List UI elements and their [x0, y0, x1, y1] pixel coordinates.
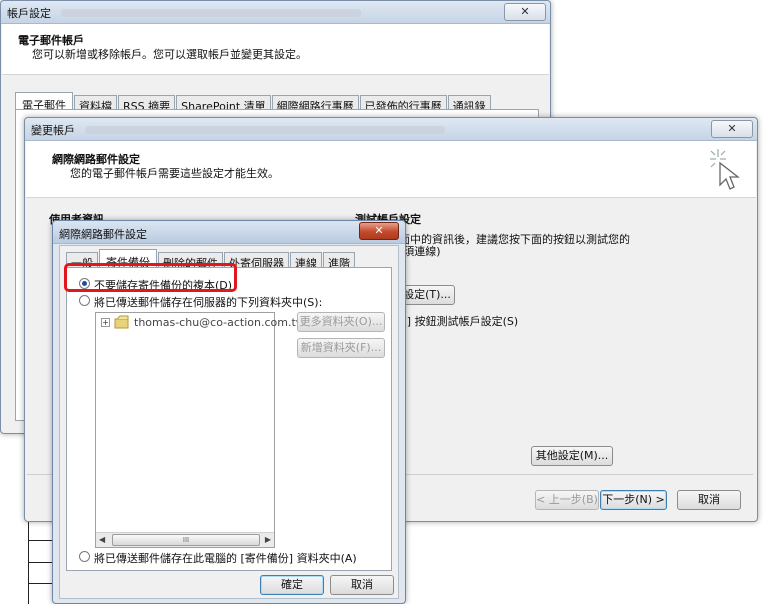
account-settings-titlebar[interactable]: 帳戶設定 ✕: [1, 1, 550, 24]
change-account-header: 網際網路郵件設定 您的電子郵件帳戶需要這些設定才能生效。: [26, 141, 756, 198]
mail-settings-titlebar[interactable]: 網際網路郵件設定 ✕: [53, 221, 405, 244]
header-description: 您的電子郵件帳戶需要這些設定才能生效。: [70, 167, 279, 180]
cursor-sparkle-icon: [710, 149, 740, 190]
back-button[interactable]: < 上一步(B): [535, 490, 599, 510]
more-settings-button[interactable]: 其他設定(M)...: [531, 446, 613, 466]
blurred-title-detail: [61, 9, 361, 17]
close-icon[interactable]: ✕: [504, 3, 546, 21]
label-save-on-server[interactable]: 將已傳送郵件儲存在伺服器的下列資料夾中(S):: [94, 294, 322, 310]
more-folders-button[interactable]: 更多資料夾(O)...: [297, 312, 385, 332]
scroll-thumb[interactable]: III: [112, 534, 260, 546]
background-grid-line: [28, 562, 52, 563]
background-grid-line: [28, 583, 52, 584]
mailbox-icon: [114, 315, 129, 329]
ok-button[interactable]: 確定: [260, 575, 324, 595]
highlight-annotation: [64, 263, 237, 292]
radio-save-local[interactable]: [79, 551, 90, 562]
background-grid: [28, 517, 29, 604]
tree-horizontal-scrollbar[interactable]: ◀ III ▶: [96, 532, 274, 547]
scroll-left-icon[interactable]: ◀: [99, 535, 105, 544]
mail-settings-body: 一般 寄件備份 刪除的郵件 外寄伺服器 連線 進階 不要儲存寄件備份的複本(D)…: [59, 245, 399, 599]
next-button[interactable]: 下一步(N) >: [600, 490, 667, 510]
account-settings-header: 電子郵件帳戶 您可以新增或移除帳戶。您可以選取帳戶並變更其設定。: [2, 24, 549, 75]
new-folder-button[interactable]: 新增資料夾(F)...: [297, 338, 385, 358]
label-save-local[interactable]: 將已傳送郵件儲存在此電腦的 [寄件備份] 資料夾中(A): [94, 550, 357, 566]
expand-icon[interactable]: +: [101, 318, 110, 327]
close-icon[interactable]: ✕: [359, 222, 399, 240]
close-icon[interactable]: ✕: [711, 120, 753, 138]
cancel-button[interactable]: 取消: [330, 575, 394, 595]
blurred-title-detail: [85, 126, 445, 134]
mail-settings-title: 網際網路郵件設定: [59, 228, 147, 241]
server-folder-tree[interactable]: + thomas-chu@co-action.com.tw I ◀ III ▶: [95, 312, 312, 548]
change-account-titlebar[interactable]: 變更帳戶 ✕: [25, 118, 757, 141]
change-account-title: 變更帳戶: [31, 124, 75, 137]
header-description: 您可以新增或移除帳戶。您可以選取帳戶並變更其設定。: [32, 48, 307, 61]
background-grid-line: [28, 540, 52, 541]
radio-save-on-server[interactable]: [79, 295, 90, 306]
sent-items-panel: 不要儲存寄件備份的複本(D) 將已傳送郵件儲存在伺服器的下列資料夾中(S): +…: [66, 267, 392, 571]
scroll-right-icon[interactable]: ▶: [265, 535, 271, 544]
account-settings-title: 帳戶設定: [7, 7, 51, 20]
tree-item-account[interactable]: thomas-chu@co-action.com.tw I: [134, 316, 312, 329]
cancel-button[interactable]: 取消: [677, 490, 741, 510]
